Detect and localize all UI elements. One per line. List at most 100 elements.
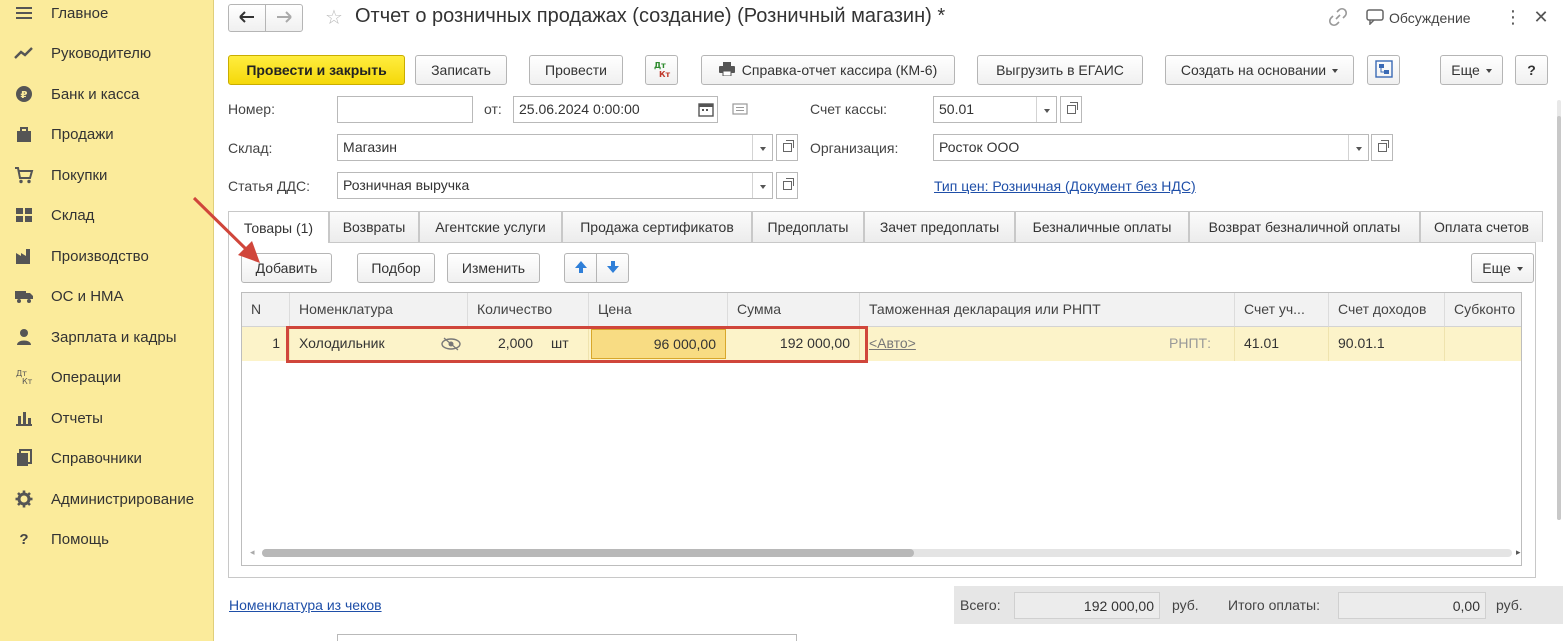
tab-prepayments[interactable]: Предоплаты — [752, 211, 864, 242]
move-up-button[interactable] — [564, 253, 597, 283]
sidebar-item-operations[interactable]: Дт Кт Операции — [0, 357, 214, 397]
comment-icon[interactable] — [732, 102, 748, 116]
cell-sum[interactable]: 192 000,00 — [728, 327, 860, 361]
organization-dropdown[interactable] — [1348, 135, 1368, 160]
sidebar-item-admin[interactable]: Администрирование — [0, 479, 214, 519]
structure-button[interactable] — [1367, 55, 1400, 85]
sidebar-item-label: Справочники — [51, 449, 142, 467]
tab-certificate-sales[interactable]: Продажа сертификатов — [562, 211, 752, 242]
price-type-link[interactable]: Тип цен: Розничная (Документ без НДС) — [934, 178, 1196, 194]
tab-returns[interactable]: Возвраты — [329, 211, 419, 242]
sidebar-item-label: Зарплата и кадры — [51, 328, 177, 346]
organization-input[interactable]: Росток ООО — [933, 134, 1369, 161]
help-button[interactable]: ? — [1515, 55, 1548, 85]
col-header-account[interactable]: Счет уч... — [1235, 293, 1329, 327]
cashier-report-button[interactable]: Справка-отчет кассира (КМ-6) — [701, 55, 955, 85]
edit-button[interactable]: Изменить — [447, 253, 540, 283]
cash-account-input[interactable]: 50.01 — [933, 96, 1057, 123]
dt-kt-icon: Дт Кт — [652, 59, 672, 82]
bag-icon — [14, 124, 34, 144]
sidebar-item-assets[interactable]: ОС и НМА — [0, 276, 214, 316]
warehouse-dropdown[interactable] — [752, 135, 772, 160]
table-more-label: Еще — [1482, 260, 1523, 276]
sidebar-item-sales[interactable]: Продажи — [0, 114, 214, 154]
comment-input[interactable] — [337, 634, 797, 641]
arrow-down-icon — [606, 260, 620, 277]
save-button[interactable]: Записать — [415, 55, 507, 85]
number-input[interactable] — [337, 96, 473, 123]
dt-kt-button[interactable]: Дт Кт — [645, 55, 678, 85]
col-header-customs[interactable]: Таможенная декларация или РНПТ — [860, 293, 1235, 327]
warehouse-input[interactable]: Магазин — [337, 134, 773, 161]
dds-open-button[interactable] — [776, 172, 798, 199]
sidebar-item-label: Руководителю — [51, 44, 152, 62]
open-icon — [1377, 140, 1389, 152]
sidebar-item-salary[interactable]: Зарплата и кадры — [0, 317, 214, 357]
egais-export-button[interactable]: Выгрузить в ЕГАИС — [977, 55, 1143, 85]
col-header-sum[interactable]: Сумма — [728, 293, 860, 327]
sidebar-item-production[interactable]: Производство — [0, 236, 214, 276]
cell-subconto[interactable] — [1445, 327, 1521, 361]
cell-income-account[interactable]: 90.01.1 — [1329, 327, 1445, 361]
horizontal-scrollbar[interactable] — [262, 549, 1512, 557]
sidebar-item-purchases[interactable]: Покупки — [0, 155, 214, 195]
post-button[interactable]: Провести — [529, 55, 623, 85]
create-based-on-button[interactable]: Создать на основании — [1165, 55, 1354, 85]
col-header-price[interactable]: Цена — [589, 293, 728, 327]
sidebar-item-help[interactable]: ? Помощь — [0, 519, 214, 559]
cell-price[interactable]: 96 000,00 — [591, 329, 726, 359]
vertical-scrollbar-thumb[interactable] — [1557, 116, 1561, 520]
favorite-star-icon[interactable]: ☆ — [322, 4, 346, 30]
sidebar-item-bank[interactable]: ₽ Банк и касса — [0, 74, 214, 114]
dds-input[interactable]: Розничная выручка — [337, 172, 773, 199]
characteristic-icon[interactable] — [440, 336, 464, 352]
forward-button[interactable] — [265, 4, 303, 32]
warehouse-open-button[interactable] — [776, 134, 798, 161]
sidebar-item-warehouse[interactable]: Склад — [0, 195, 214, 235]
calendar-icon[interactable] — [698, 101, 714, 120]
vertical-scrollbar[interactable] — [1557, 100, 1561, 520]
tab-cashless-payments[interactable]: Безналичные оплаты — [1015, 211, 1189, 242]
link-icon[interactable] — [1328, 7, 1350, 29]
tab-agent-services[interactable]: Агентские услуги — [419, 211, 562, 242]
table-row[interactable]: 1 Холодильник 2,000 шт 96 000,00 192 000… — [242, 327, 1521, 361]
organization-open-button[interactable] — [1371, 134, 1393, 161]
sidebar-item-references[interactable]: Справочники — [0, 438, 214, 478]
tab-prepayment-offset[interactable]: Зачет предоплаты — [864, 211, 1015, 242]
date-input[interactable]: 25.06.2024 0:00:00 — [513, 96, 718, 123]
col-header-nomenclature[interactable]: Номенклатура — [290, 293, 468, 327]
table-more-button[interactable]: Еще — [1471, 253, 1534, 283]
sidebar-item-reports[interactable]: Отчеты — [0, 398, 214, 438]
more-vertical-icon[interactable]: ⋮ — [1504, 6, 1522, 30]
cash-account-open-button[interactable] — [1060, 96, 1082, 123]
pick-button[interactable]: Подбор — [357, 253, 435, 283]
scroll-left-icon[interactable]: ◂ — [250, 547, 255, 558]
move-down-button[interactable] — [596, 253, 629, 283]
cell-customs[interactable]: <Авто> — [860, 327, 1160, 361]
back-button[interactable] — [228, 4, 266, 32]
organization-value: Росток ООО — [939, 139, 1020, 155]
post-and-close-button[interactable]: Провести и закрыть — [228, 55, 405, 85]
col-header-n[interactable]: N — [242, 293, 290, 327]
cell-item[interactable]: Холодильник — [290, 327, 440, 361]
dds-dropdown[interactable] — [752, 173, 772, 198]
cash-account-dropdown[interactable] — [1036, 97, 1056, 122]
date-value: 25.06.2024 0:00:00 — [519, 101, 640, 117]
tab-invoice-payments[interactable]: Оплата счетов — [1420, 211, 1543, 242]
cell-quantity[interactable]: 2,000 — [468, 327, 542, 361]
col-header-subconto[interactable]: Субконто — [1445, 293, 1521, 327]
sidebar-item-label: Продажи — [51, 125, 114, 143]
col-header-income-account[interactable]: Счет доходов — [1329, 293, 1445, 327]
question-icon: ? — [19, 530, 29, 548]
sidebar-item-manager[interactable]: Руководителю — [0, 33, 214, 73]
col-header-quantity[interactable]: Количество — [468, 293, 589, 327]
sidebar-item-main[interactable]: Главное — [0, 0, 214, 33]
cell-account[interactable]: 41.01 — [1235, 327, 1329, 361]
nomenclature-from-receipts-link[interactable]: Номенклатура из чеков — [229, 597, 382, 613]
close-icon[interactable]: ✕ — [1530, 5, 1552, 29]
more-button[interactable]: Еще — [1440, 55, 1503, 85]
scroll-right-icon[interactable]: ▸ — [1516, 547, 1521, 558]
tab-cashless-return[interactable]: Возврат безналичной оплаты — [1189, 211, 1420, 242]
discussion-button[interactable]: Обсуждение — [1366, 6, 1471, 30]
scrollbar-thumb[interactable] — [262, 549, 914, 557]
